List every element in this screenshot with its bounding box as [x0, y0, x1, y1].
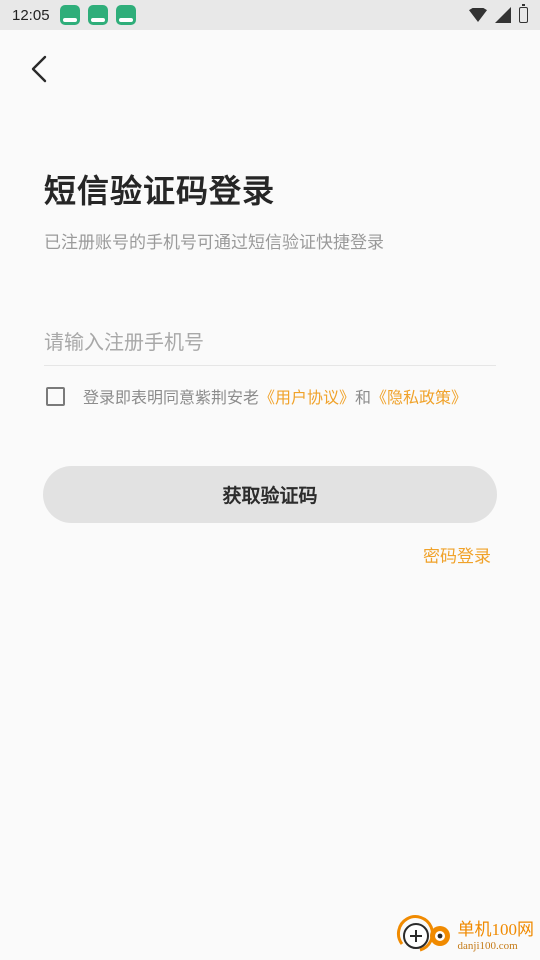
privacy-policy-link[interactable]: 《隐私政策》: [371, 388, 467, 407]
agreement-conjunction: 和: [355, 388, 372, 407]
agreement-text: 登录即表明同意紫荆安老《用户协议》和《隐私政策》: [83, 384, 467, 408]
watermark-text: 单机100网 danji100.com: [458, 915, 535, 952]
app-notification-icon: [59, 5, 80, 25]
watermark-domain: danji100.com: [457, 939, 518, 952]
get-code-button[interactable]: 获取验证码: [43, 466, 497, 523]
wifi-icon: [469, 8, 487, 22]
battery-icon: [519, 4, 528, 23]
agreement-prefix: 登录即表明同意紫荆安老: [83, 388, 260, 407]
user-agreement-link[interactable]: 《用户协议》: [259, 388, 355, 407]
status-indicators: [469, 4, 528, 23]
status-time: 12:05: [12, 6, 50, 24]
danji100-logo-icon: [396, 915, 450, 952]
watermark: 单机100网 danji100.com: [396, 910, 535, 956]
agreement-row: 登录即表明同意紫荆安老《用户协议》和《隐私政策》: [46, 384, 467, 408]
agreement-checkbox[interactable]: [46, 386, 65, 406]
app-notification-icon: [87, 5, 108, 25]
phone-number-input[interactable]: [44, 318, 496, 366]
page-title: 短信验证码登录: [44, 172, 276, 210]
watermark-title: 单机100网: [457, 919, 535, 939]
chevron-left-icon: [31, 55, 47, 83]
password-login-link[interactable]: 密码登录: [423, 542, 491, 567]
app-notification-icon: [115, 5, 136, 25]
signal-icon: [495, 7, 511, 23]
status-bar: 12:05: [0, 0, 540, 30]
back-button[interactable]: [24, 52, 54, 86]
page-subtitle: 已注册账号的手机号可通过短信验证快捷登录: [44, 233, 384, 253]
notification-icons: [59, 5, 136, 25]
